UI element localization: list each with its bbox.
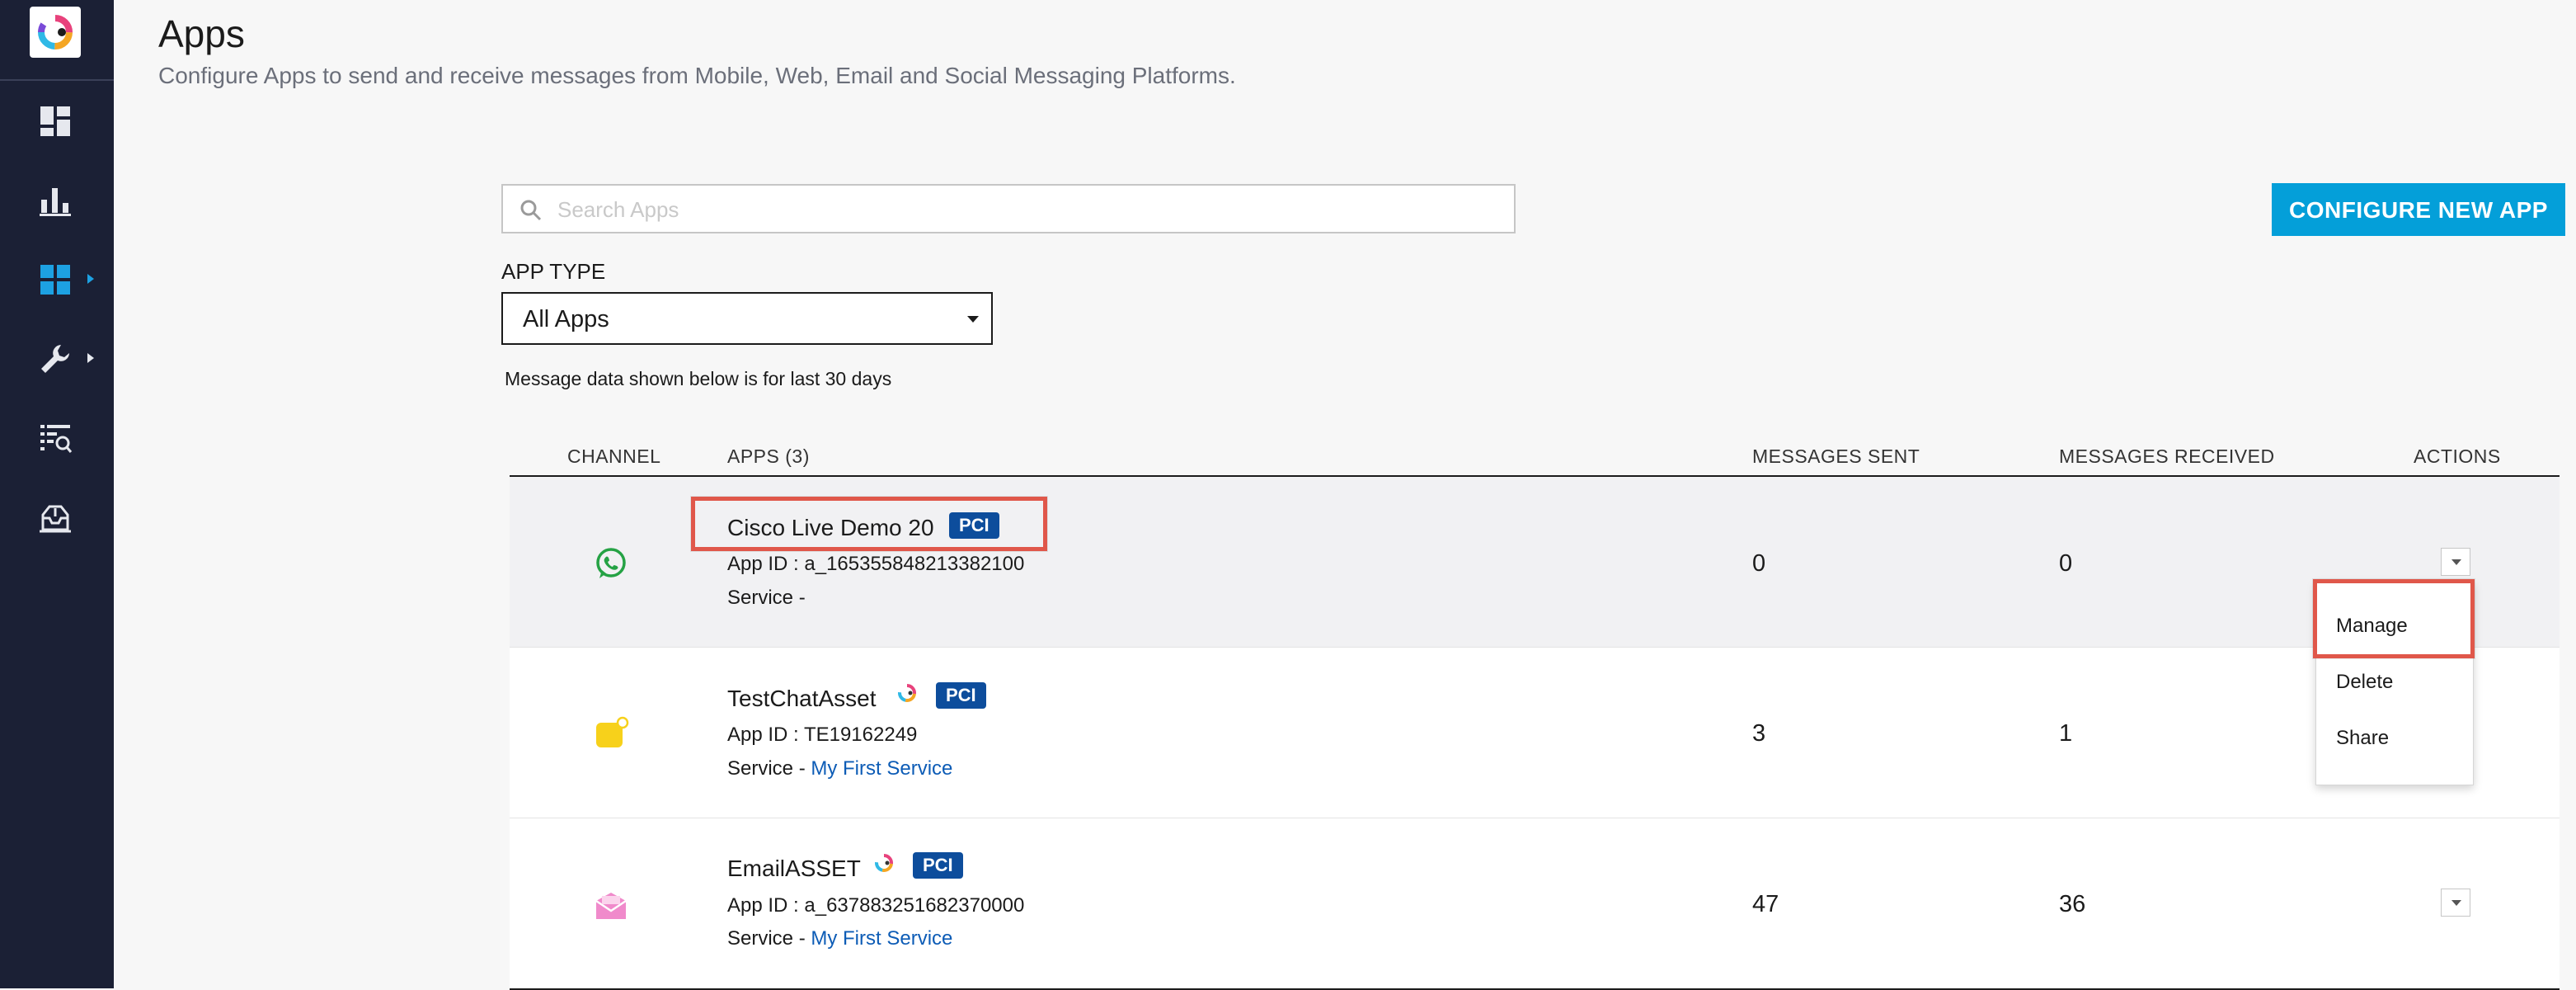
messages-received-value: 36 (2059, 891, 2086, 917)
app-name[interactable]: EmailASSET (727, 856, 861, 882)
webex-connect-mini-icon (895, 681, 919, 705)
chat-icon (593, 716, 629, 752)
messages-received-value: 0 (2059, 550, 2073, 577)
column-header-apps: APPS (3) (727, 446, 810, 467)
service-prefix: Service - (727, 587, 806, 609)
app-type-selected-value: All Apps (523, 306, 609, 332)
chevron-right-icon (86, 351, 96, 365)
bar-chart-icon (38, 183, 73, 218)
sidebar-item-tools[interactable] (0, 325, 114, 391)
service-label: Service - My First Service (727, 757, 952, 780)
caret-down-icon (966, 315, 980, 323)
service-link[interactable]: My First Service (811, 927, 952, 950)
sidebar-divider (0, 79, 114, 81)
column-header-actions: ACTIONS (2414, 446, 2501, 467)
messages-sent-value: 0 (1752, 550, 1766, 577)
service-link[interactable]: My First Service (811, 757, 952, 780)
messages-sent-value: 47 (1752, 891, 1779, 917)
search-input[interactable] (556, 192, 1499, 227)
caret-down-icon (2451, 559, 2461, 565)
sidebar-item-inbox[interactable] (0, 483, 114, 549)
app-type-label: APP TYPE (501, 259, 606, 284)
service-label: Service - My First Service (727, 927, 952, 950)
service-prefix: Service - (727, 927, 811, 950)
app-id: App ID : a_637883251682370000 (727, 894, 1025, 917)
chevron-right-icon (86, 272, 96, 285)
actions-dropdown-button[interactable] (2441, 889, 2470, 917)
pci-badge: PCI (913, 852, 963, 879)
email-icon (593, 888, 629, 924)
inbox-icon (38, 500, 73, 535)
dashboard-icon (38, 104, 73, 139)
sidebar-item-analytics[interactable] (0, 167, 114, 233)
data-period-note: Message data shown below is for last 30 … (505, 368, 892, 389)
wrench-icon (38, 342, 73, 376)
actions-dropdown-button[interactable] (2441, 548, 2470, 576)
search-box[interactable] (501, 184, 1516, 233)
sidebar-item-logs[interactable] (0, 404, 114, 470)
list-search-icon (38, 421, 73, 455)
app-name[interactable]: TestChatAsset (727, 686, 877, 712)
highlight-box (2313, 579, 2475, 658)
caret-down-icon (2451, 900, 2461, 906)
sidebar-item-dashboard[interactable] (0, 87, 114, 153)
page-subtitle: Configure Apps to send and receive messa… (158, 63, 1236, 88)
messages-sent-value: 3 (1752, 720, 1766, 747)
search-icon (519, 199, 543, 222)
service-label: Service - (727, 587, 806, 610)
column-header-messages-sent: MESSAGES SENT (1752, 446, 1920, 467)
app-type-select[interactable]: All Apps (501, 292, 993, 345)
messages-received-value: 1 (2059, 720, 2073, 747)
app-id: App ID : a_165355848213382100 (727, 553, 1025, 575)
configure-new-app-button[interactable]: CONFIGURE NEW APP (2272, 183, 2565, 236)
column-header-messages-received: MESSAGES RECEIVED (2059, 446, 2275, 467)
page-title: Apps (158, 12, 245, 55)
sidebar-item-assets[interactable] (0, 246, 114, 312)
pci-badge: PCI (936, 682, 986, 709)
apps-grid-icon (38, 262, 73, 297)
menu-item-delete[interactable]: Delete (2336, 671, 2393, 694)
service-prefix: Service - (727, 757, 811, 780)
sidebar (0, 0, 114, 988)
column-header-channel: CHANNEL (567, 446, 661, 467)
webex-connect-logo[interactable] (30, 7, 81, 58)
app-id: App ID : TE19162249 (727, 724, 918, 746)
menu-item-share[interactable]: Share (2336, 727, 2389, 750)
highlight-box (691, 497, 1047, 551)
webex-connect-mini-icon (872, 851, 895, 874)
whatsapp-icon (593, 545, 629, 582)
